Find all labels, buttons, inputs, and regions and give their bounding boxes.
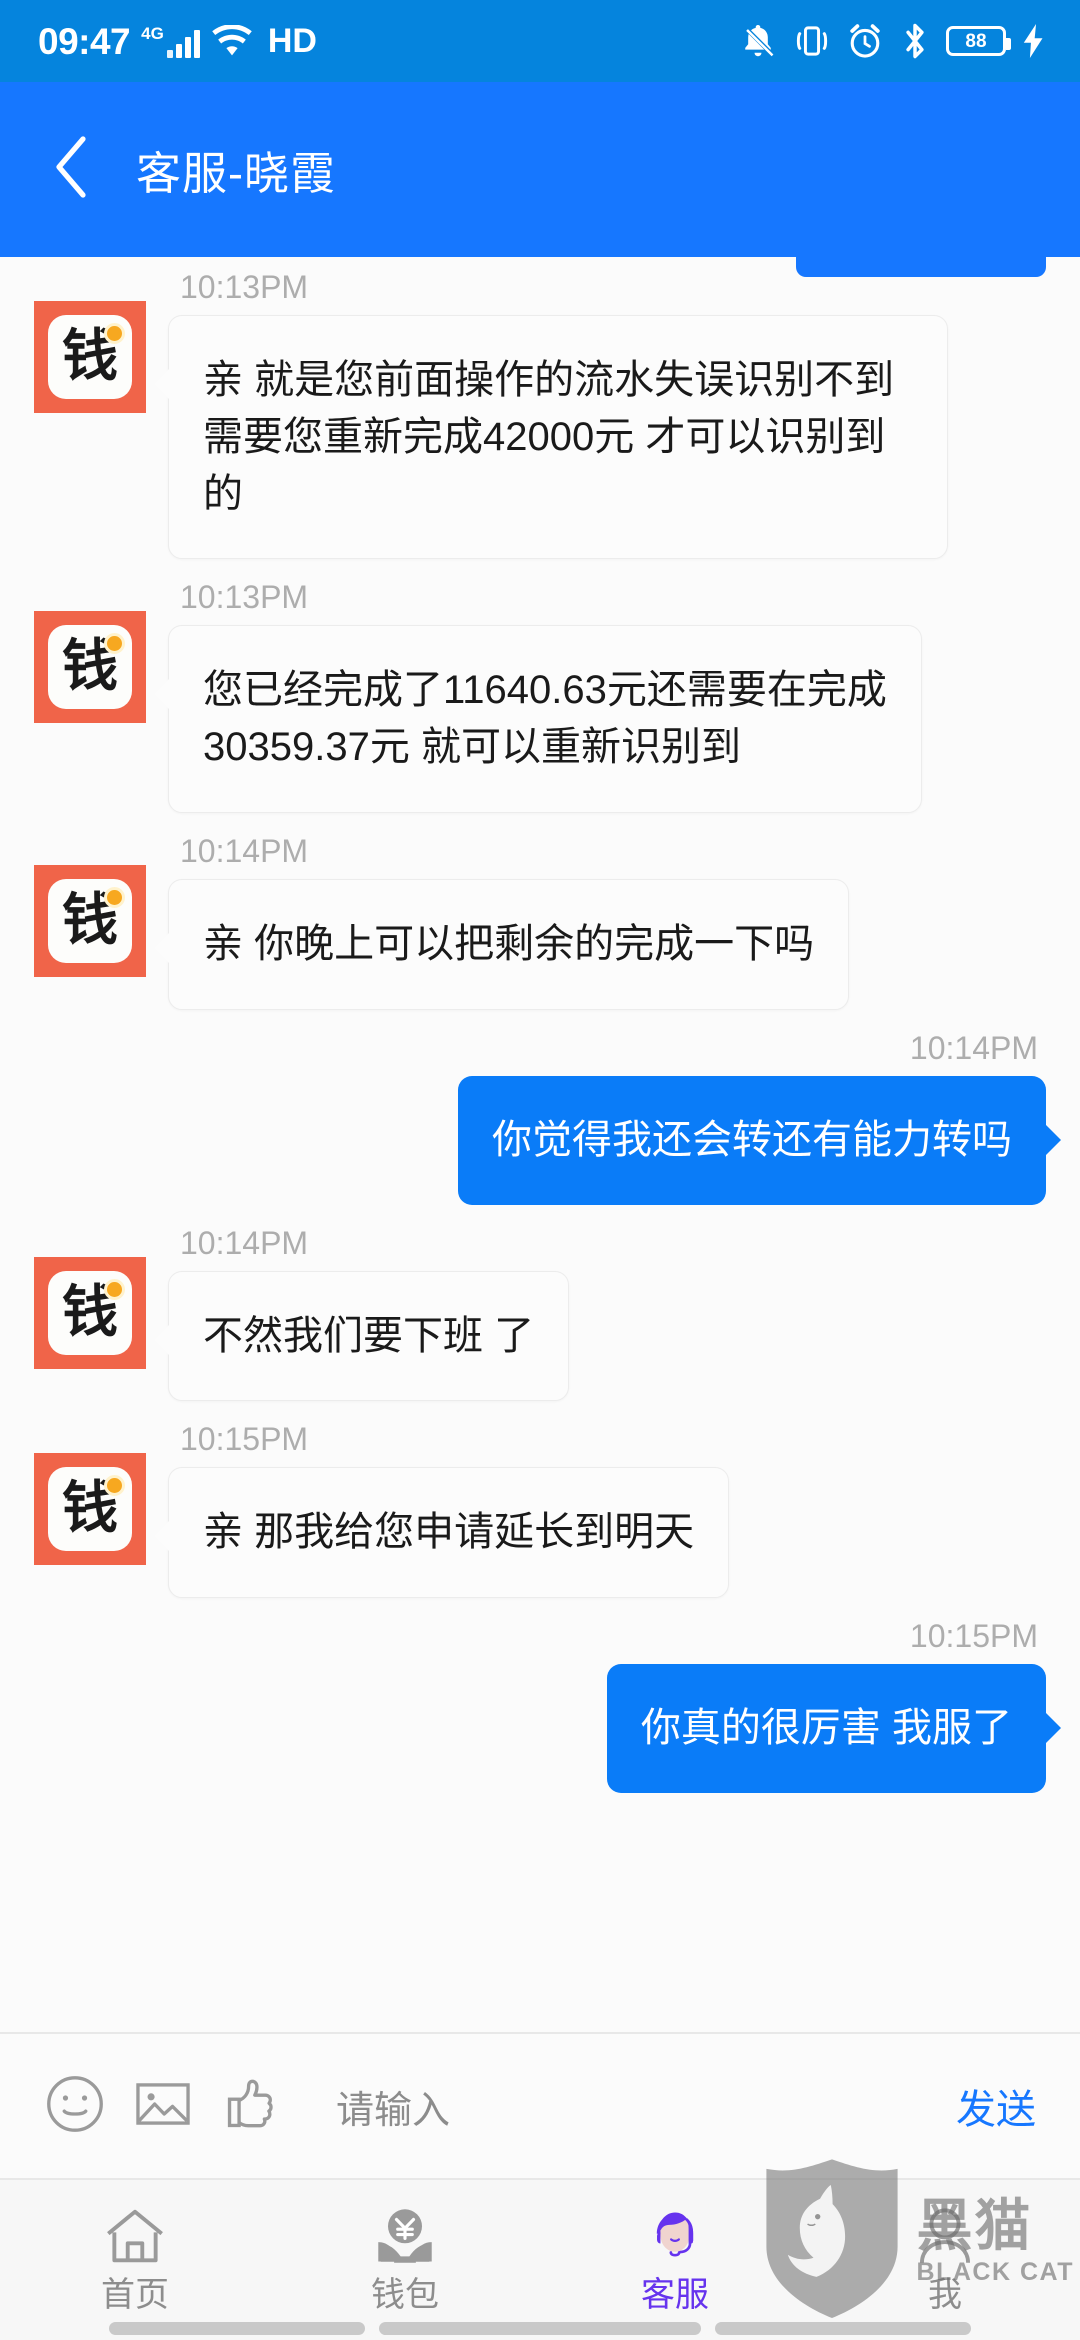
nav-item-home[interactable]: 首页: [0, 2196, 270, 2312]
network-type-label: 4G: [141, 23, 164, 43]
message-bubble[interactable]: 您已经完成了11640.63元还需要在完成 30359.37元 就可以重新识别到: [154, 625, 922, 813]
message-text-line: 亲 就是您前面操作的流水失误识别不到: [203, 358, 895, 402]
avatar[interactable]: 钱: [34, 301, 146, 413]
nav-item-profile[interactable]: 我: [810, 2196, 1080, 2312]
message-item: 钱 10:13PM 您已经完成了11640.63元还需要在完成 30359.37…: [34, 567, 1046, 813]
back-button[interactable]: [44, 134, 98, 206]
send-button[interactable]: 发送: [956, 2077, 1036, 2135]
nav-label-profile: 我: [928, 2276, 962, 2314]
status-bar-left: 09:47 4G HD: [38, 23, 317, 60]
wifi-icon: [211, 25, 253, 57]
home-icon: [101, 2196, 169, 2268]
message-item: 10:15PM 你真的很厉害 我服了: [34, 1606, 1062, 1793]
vibrate-icon: [794, 23, 830, 59]
message-timestamp: 10:13PM: [180, 269, 309, 305]
message-text-line: 你觉得我还会转还有能力转吗: [492, 1117, 1012, 1162]
avatar[interactable]: 钱: [34, 611, 146, 724]
bottom-navigation: 首页 钱包 客服 我: [0, 2180, 1080, 2340]
alarm-clock-icon: [846, 22, 884, 60]
message-item: 钱 10:13PM 亲 就是您前面操作的流水失误识别不到 需要您重新完成4200…: [34, 257, 1046, 560]
message-text-line: 你真的很厉害 我服了: [640, 1706, 1012, 1751]
mute-bell-icon: [738, 23, 778, 59]
message-item: 钱 10:14PM 不然我们要下班 了: [34, 1213, 1046, 1402]
cellular-signal-icon: 4G: [141, 25, 200, 58]
message-bubble[interactable]: 不然我们要下班 了: [153, 1270, 570, 1402]
battery-icon: 88: [946, 26, 1011, 56]
person-icon: [911, 2196, 979, 2268]
hd-label: HD: [267, 22, 317, 60]
status-bar: 09:47 4G HD 88: [0, 0, 1080, 82]
coin-dot-icon: [104, 1475, 125, 1497]
message-text-line: 不然我们要下班 了: [203, 1313, 535, 1358]
message-bubble[interactable]: 亲 那我给您申请延长到明天: [153, 1467, 730, 1599]
message-input[interactable]: 请输入: [310, 2079, 928, 2134]
battery-level-label: 88: [965, 30, 987, 52]
coin-dot-icon: [104, 633, 125, 655]
status-bar-right: 88: [738, 22, 1046, 60]
message-timestamp: 10:14PM: [180, 832, 309, 869]
message-timestamp: 10:15PM: [180, 1421, 309, 1458]
emoji-icon[interactable]: [44, 2073, 106, 2140]
wallet-icon: [371, 2196, 439, 2268]
message-bubble[interactable]: 你真的很厉害 我服了: [606, 1664, 1062, 1793]
charging-bolt-icon: [1022, 24, 1046, 58]
message-list[interactable]: 钱 10:13PM 亲 就是您前面操作的流水失误识别不到 需要您重新完成4200…: [0, 257, 1080, 2032]
message-timestamp: 10:14PM: [180, 1224, 309, 1261]
message-text-line: 亲 你晚上可以把剩余的完成一下吗: [203, 921, 815, 966]
nav-label-wallet: 钱包: [371, 2276, 439, 2314]
bluetooth-icon: [900, 22, 930, 60]
chat-header: 客服-晓霞: [0, 82, 1080, 257]
message-text-line: 您已经完成了11640.63元还需要在完成: [203, 668, 887, 713]
nav-item-support[interactable]: 客服: [540, 2196, 810, 2312]
message-item: 钱 10:14PM 亲 你晚上可以把剩余的完成一下吗: [34, 821, 1046, 1010]
clipped-previous-message: [796, 257, 1046, 277]
status-clock: 09:47: [38, 20, 131, 62]
coin-dot-icon: [104, 886, 125, 908]
phone-screen: 09:47 4G HD 88 客服-晓霞 钱 10:13PM 亲 就是您前面操作…: [0, 0, 1080, 2340]
nav-label-home: 首页: [101, 2276, 169, 2314]
message-timestamp: 10:15PM: [909, 1618, 1038, 1655]
message-item: 钱 10:15PM 亲 那我给您申请延长到明天: [34, 1409, 1046, 1599]
navigation-indicator-bar: [0, 2316, 1080, 2340]
avatar[interactable]: 钱: [34, 1453, 146, 1566]
message-text-line: 30359.37元 就可以重新识别到: [203, 725, 741, 770]
input-icon-group: [44, 2073, 282, 2140]
message-text-line: 亲 那我给您申请延长到明天: [203, 1510, 695, 1555]
message-input-bar: 请输入 发送: [0, 2032, 1080, 2180]
thumbs-up-icon[interactable]: [220, 2073, 282, 2140]
message-timestamp: 10:13PM: [180, 579, 309, 616]
message-bubble[interactable]: 亲 就是您前面操作的流水失误识别不到 需要您重新完成42000元 才可以识别到的: [154, 315, 948, 560]
headset-support-icon: [641, 2196, 709, 2268]
coin-dot-icon: [104, 1278, 125, 1300]
nav-item-wallet[interactable]: 钱包: [270, 2196, 540, 2312]
avatar[interactable]: 钱: [34, 1256, 146, 1369]
message-timestamp: 10:14PM: [909, 1029, 1038, 1066]
coin-dot-icon: [104, 323, 125, 344]
image-icon[interactable]: [132, 2073, 194, 2140]
chevron-left-icon: [51, 135, 91, 204]
message-bubble[interactable]: 你觉得我还会转还有能力转吗: [458, 1075, 1061, 1205]
nav-label-support: 客服: [641, 2276, 709, 2314]
message-item: 10:14PM 你觉得我还会转还有能力转吗: [34, 1018, 1061, 1205]
message-bubble[interactable]: 亲 你晚上可以把剩余的完成一下吗: [153, 878, 850, 1010]
message-text-line: 需要您重新完成42000元 才可以识别到的: [203, 414, 886, 516]
avatar[interactable]: 钱: [34, 864, 146, 977]
page-title: 客服-晓霞: [136, 148, 336, 199]
